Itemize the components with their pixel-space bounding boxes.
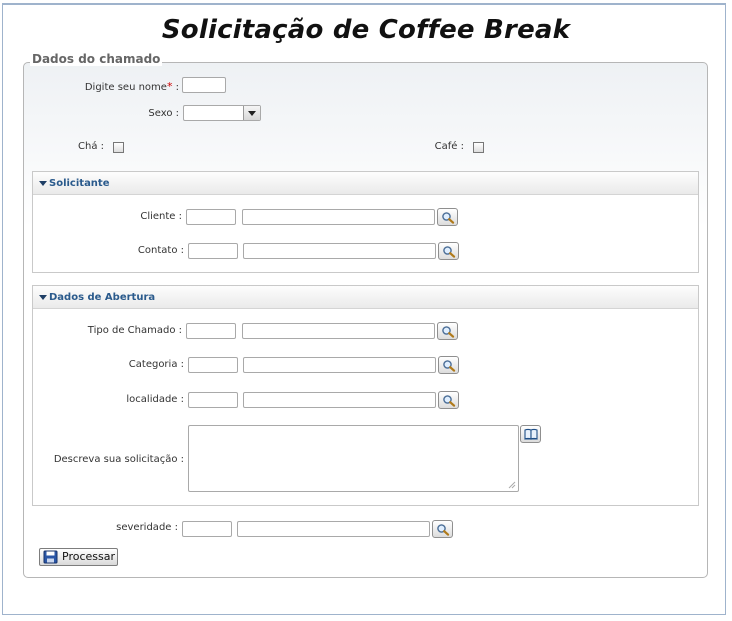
triangle-down-icon <box>39 295 47 300</box>
magnifier-icon <box>443 360 456 372</box>
contato-name-input[interactable] <box>243 243 436 259</box>
descricao-book-button[interactable] <box>520 425 541 443</box>
nome-label-text: Digite seu nome <box>84 82 167 93</box>
severidade-name-input[interactable] <box>237 521 430 537</box>
sexo-label: Sexo : <box>148 108 179 119</box>
localidade-name-input[interactable] <box>243 392 436 408</box>
cliente-search-button[interactable] <box>437 208 458 226</box>
categoria-name-input[interactable] <box>243 357 436 373</box>
processar-button-label: Processar <box>62 550 115 563</box>
nome-input[interactable] <box>182 77 226 93</box>
tipo-chamado-name-input[interactable] <box>242 323 435 339</box>
magnifier-icon <box>443 395 456 407</box>
page-title: Solicitação de Coffee Break <box>161 15 571 45</box>
descricao-textarea[interactable] <box>188 425 519 492</box>
cliente-code-input[interactable] <box>186 209 236 225</box>
panel-abertura-header[interactable]: Dados de Abertura <box>33 286 698 309</box>
nome-label-sep: : <box>172 82 179 93</box>
cliente-name-input[interactable] <box>242 209 435 225</box>
triangle-down-icon <box>39 181 47 186</box>
panel-abertura-title: Dados de Abertura <box>49 292 156 303</box>
tipo-chamado-label: Tipo de Chamado : <box>87 325 182 336</box>
book-icon <box>524 428 538 440</box>
tipo-chamado-search-button[interactable] <box>437 322 458 340</box>
cha-label: Chá : <box>78 141 104 152</box>
localidade-code-input[interactable] <box>188 392 238 408</box>
magnifier-icon <box>443 246 456 258</box>
contato-label: Contato : <box>137 245 184 256</box>
magnifier-icon <box>442 326 455 338</box>
categoria-label: Categoria : <box>128 359 184 370</box>
floppy-icon <box>43 550 58 564</box>
magnifier-icon <box>442 212 455 224</box>
nome-label: Digite seu nome* : <box>60 80 179 93</box>
tipo-chamado-code-input[interactable] <box>186 323 236 339</box>
severidade-label: severidade : <box>116 522 178 533</box>
severidade-code-input[interactable] <box>182 521 232 537</box>
fieldset-legend: Dados do chamado <box>30 52 163 66</box>
processar-button[interactable]: Processar <box>39 548 118 566</box>
resize-grip-icon[interactable] <box>508 481 516 489</box>
cliente-label: Cliente : <box>140 211 182 222</box>
chevron-down-icon[interactable] <box>243 106 260 120</box>
cha-checkbox[interactable] <box>113 142 124 153</box>
cafe-checkbox[interactable] <box>473 142 484 153</box>
categoria-search-button[interactable] <box>438 356 459 374</box>
localidade-search-button[interactable] <box>438 391 459 409</box>
panel-solicitante-header[interactable]: Solicitante <box>33 172 698 195</box>
severidade-search-button[interactable] <box>432 520 453 538</box>
contato-code-input[interactable] <box>188 243 238 259</box>
panel-solicitante-title: Solicitante <box>49 178 110 189</box>
magnifier-icon <box>437 524 450 536</box>
contato-search-button[interactable] <box>438 242 459 260</box>
descricao-label: Descreva sua solicitação : <box>53 454 184 465</box>
cafe-label: Café : <box>434 141 464 152</box>
sexo-select[interactable] <box>183 105 261 121</box>
categoria-code-input[interactable] <box>188 357 238 373</box>
localidade-label: localidade : <box>126 394 184 405</box>
